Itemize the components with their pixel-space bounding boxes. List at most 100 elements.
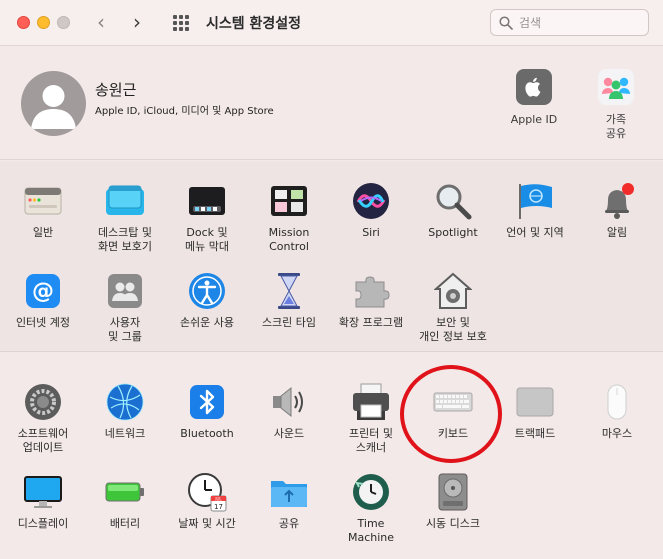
back-button[interactable]: ‹ bbox=[97, 11, 105, 33]
sharing-icon bbox=[269, 472, 309, 512]
users-groups-icon bbox=[105, 271, 145, 311]
pane-label: 사용자 및 그룹 bbox=[108, 316, 142, 343]
pane-label: 데스크탑 및 화면 보호기 bbox=[97, 226, 153, 253]
family-sharing-icon bbox=[598, 69, 634, 105]
pane-label: Time Machine bbox=[347, 517, 395, 544]
apple-id-label: Apple ID bbox=[510, 113, 558, 126]
pane-displays[interactable]: 디스플레이 bbox=[2, 472, 84, 531]
pane-startup-disk[interactable]: 시동 디스크 bbox=[412, 472, 494, 531]
accessibility-icon bbox=[187, 271, 227, 311]
pane-label: 보안 및 개인 정보 보호 bbox=[419, 316, 487, 343]
highlight-circle-annotation bbox=[400, 365, 502, 463]
minimize-window-button[interactable] bbox=[37, 16, 50, 29]
software-update-icon bbox=[23, 382, 63, 422]
pane-label: 사운드 bbox=[273, 427, 305, 440]
svg-text:@: @ bbox=[32, 279, 54, 304]
title-bar: ‹ › 시스템 환경설정 bbox=[0, 0, 663, 46]
family-sharing-label: 가족 공유 bbox=[605, 113, 627, 140]
pane-notifications[interactable]: 알림 bbox=[576, 181, 658, 240]
close-window-button[interactable] bbox=[17, 16, 30, 29]
pane-internet-accounts[interactable]: @ 인터넷 계정 bbox=[2, 271, 84, 330]
pane-sharing[interactable]: 공유 bbox=[248, 472, 330, 531]
pane-mouse[interactable]: 마우스 bbox=[576, 382, 658, 441]
pane-label: 인터넷 계정 bbox=[15, 316, 71, 329]
forward-button[interactable]: › bbox=[133, 11, 141, 33]
battery-icon bbox=[105, 472, 145, 512]
screen-time-icon bbox=[269, 271, 309, 311]
pane-label: 네트워크 bbox=[104, 427, 146, 440]
pane-dock[interactable]: Dock 및 메뉴 막대 bbox=[166, 181, 248, 254]
displays-icon bbox=[23, 472, 63, 512]
pane-mission-control[interactable]: Mission Control bbox=[248, 181, 330, 254]
pane-network[interactable]: 네트워크 bbox=[84, 382, 166, 441]
pane-sound[interactable]: 사운드 bbox=[248, 382, 330, 441]
pane-language-region[interactable]: 언어 및 지역 bbox=[494, 181, 576, 240]
pane-label: 공유 bbox=[278, 517, 300, 530]
pane-label: Spotlight bbox=[428, 226, 478, 239]
account-header: 송원근 Apple ID, iCloud, 미디어 및 App Store Ap… bbox=[0, 47, 663, 160]
spotlight-icon bbox=[433, 181, 473, 221]
pane-screen-time[interactable]: 스크린 타임 bbox=[248, 271, 330, 330]
calendar-day: 17 bbox=[214, 503, 223, 511]
pane-label: 손쉬운 사용 bbox=[179, 316, 235, 329]
pane-label: 언어 및 지역 bbox=[506, 226, 564, 239]
user-subtitle: Apple ID, iCloud, 미디어 및 App Store bbox=[95, 106, 274, 117]
mission-control-icon bbox=[269, 181, 309, 221]
pane-siri[interactable]: Siri bbox=[330, 181, 412, 240]
internet-accounts-icon: @ bbox=[23, 271, 63, 311]
time-machine-icon bbox=[351, 472, 391, 512]
pane-security-privacy[interactable]: 보안 및 개인 정보 보호 bbox=[412, 271, 494, 344]
language-region-icon bbox=[515, 181, 555, 221]
network-icon bbox=[105, 382, 145, 422]
desktop-icon bbox=[105, 181, 145, 221]
window-title: 시스템 환경설정 bbox=[206, 16, 302, 32]
pane-label: Dock 및 메뉴 막대 bbox=[185, 226, 229, 253]
general-icon bbox=[23, 181, 63, 221]
pane-bluetooth[interactable]: Bluetooth bbox=[166, 382, 248, 441]
mouse-icon bbox=[597, 382, 637, 422]
search-field[interactable] bbox=[490, 9, 649, 36]
apple-id-item[interactable]: Apple ID bbox=[499, 69, 569, 127]
pane-label: Mission Control bbox=[268, 226, 310, 253]
notifications-icon bbox=[597, 181, 637, 221]
pane-battery[interactable]: 배터리 bbox=[84, 472, 166, 531]
startup-disk-icon bbox=[433, 472, 473, 512]
pane-label: 트랙패드 bbox=[514, 427, 556, 440]
pane-label: 디스플레이 bbox=[17, 517, 69, 530]
pane-label: 프린터 및 스캐너 bbox=[349, 427, 393, 454]
pane-software-update[interactable]: 소프트웨어 업데이트 bbox=[2, 382, 84, 455]
pane-label: Bluetooth bbox=[180, 427, 234, 440]
calendar-month: JUL bbox=[214, 496, 222, 501]
pane-label: 마우스 bbox=[601, 427, 633, 440]
pane-label: 날짜 및 시간 bbox=[178, 517, 236, 530]
pane-extensions[interactable]: 확장 프로그램 bbox=[330, 271, 412, 330]
user-avatar[interactable] bbox=[21, 71, 86, 136]
pane-users-groups[interactable]: 사용자 및 그룹 bbox=[84, 271, 166, 344]
siri-icon bbox=[351, 181, 391, 221]
pane-label: 일반 bbox=[32, 226, 54, 239]
pane-accessibility[interactable]: 손쉬운 사용 bbox=[166, 271, 248, 330]
pane-spotlight[interactable]: Spotlight bbox=[412, 181, 494, 240]
extensions-icon bbox=[351, 271, 391, 311]
security-privacy-icon bbox=[433, 271, 473, 311]
family-sharing-item[interactable]: 가족 공유 bbox=[581, 69, 651, 141]
trackpad-icon bbox=[515, 382, 555, 422]
dock-icon bbox=[187, 181, 227, 221]
pane-label: 확장 프로그램 bbox=[338, 316, 404, 329]
pane-general[interactable]: 일반 bbox=[2, 181, 84, 240]
pane-date-time[interactable]: JUL 17 날짜 및 시간 bbox=[166, 472, 248, 531]
zoom-window-button[interactable] bbox=[57, 16, 70, 29]
pane-label: Siri bbox=[362, 226, 380, 239]
pane-label: 배터리 bbox=[109, 517, 141, 530]
apple-icon bbox=[516, 69, 552, 105]
show-all-grid-button[interactable] bbox=[173, 15, 189, 31]
pane-trackpad[interactable]: 트랙패드 bbox=[494, 382, 576, 441]
pane-label: 스크린 타임 bbox=[261, 316, 317, 329]
search-input[interactable] bbox=[519, 14, 641, 32]
pane-time-machine[interactable]: Time Machine bbox=[330, 472, 412, 545]
pane-desktop[interactable]: 데스크탑 및 화면 보호기 bbox=[84, 181, 166, 254]
printers-icon bbox=[351, 382, 391, 422]
user-name: 송원근 bbox=[95, 81, 137, 99]
bluetooth-icon bbox=[187, 382, 227, 422]
pane-label: 소프트웨어 업데이트 bbox=[17, 427, 69, 454]
